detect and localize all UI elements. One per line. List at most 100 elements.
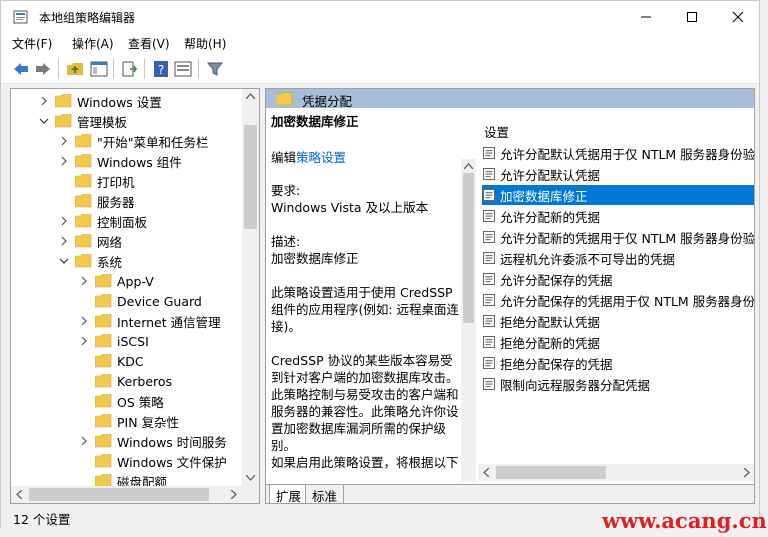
tree-item[interactable]: Windows 时间服务 — [11, 431, 243, 451]
svg-text:?: ? — [158, 63, 164, 77]
tree-hscroll-thumb[interactable] — [29, 488, 209, 501]
scroll-left-arrow-icon[interactable] — [16, 490, 22, 499]
policy-setting-row[interactable]: 允许分配保存的凭据用于仅 NTLM 服务器身份验证 — [482, 290, 754, 310]
list-hscroll-thumb[interactable] — [496, 466, 606, 479]
policy-setting-row[interactable]: 拒绝分配默认凭据 — [482, 311, 754, 331]
chevron-right-icon[interactable] — [59, 136, 69, 146]
export-list-icon[interactable] — [121, 60, 139, 78]
chevron-right-icon[interactable] — [39, 96, 49, 106]
properties-icon[interactable] — [174, 60, 192, 78]
show-hide-tree-icon[interactable] — [90, 60, 108, 78]
policy-setting-row[interactable]: 允许分配保存的凭据 — [482, 269, 754, 289]
close-icon — [732, 11, 744, 22]
policy-setting-row[interactable]: 允许分配新的凭据 — [482, 206, 754, 226]
tree-item-label: PIN 复杂性 — [117, 414, 180, 430]
tree-item[interactable]: Windows 设置 — [11, 91, 243, 111]
scroll-down-arrow-icon[interactable] — [246, 475, 255, 481]
policy-setting-label: 拒绝分配保存的凭据 — [500, 356, 613, 372]
tree-item-label: 系统 — [97, 254, 123, 270]
tree-item-label: 管理模板 — [77, 114, 128, 130]
tree-item[interactable]: 打印机 — [11, 171, 243, 191]
menu-action[interactable]: 操作(A) — [72, 35, 114, 52]
tree-item-label: "开始"菜单和任务栏 — [97, 134, 209, 150]
folder-icon — [75, 234, 92, 248]
chevron-right-icon[interactable] — [59, 156, 69, 166]
description-scrollbar[interactable] — [461, 159, 476, 482]
filter-icon[interactable] — [206, 60, 224, 78]
tree-horizontal-scrollbar[interactable] — [11, 486, 259, 503]
chevron-right-icon[interactable] — [79, 336, 89, 346]
list-horizontal-scrollbar[interactable] — [478, 464, 754, 481]
tree-item[interactable]: App-V — [11, 271, 243, 291]
window-title: 本地组策略编辑器 — [39, 11, 136, 25]
settings-list[interactable]: 设置 允许分配默认凭据用于仅 NTLM 服务器身份验证 允许分配默认凭据 加密数据库… — [478, 108, 754, 482]
description-paragraph-3: 如果启用此策略设置，将根据以下 — [271, 455, 459, 470]
close-button[interactable] — [715, 1, 761, 32]
chevron-right-icon[interactable] — [59, 216, 69, 226]
folder-icon — [75, 154, 92, 168]
menu-bar: 文件(F) 操作(A) 查看(V) 帮助(H) — [1, 32, 759, 54]
tree-item[interactable]: iSCSI — [11, 331, 243, 351]
up-folder-icon[interactable] — [66, 60, 84, 78]
policy-setting-row[interactable]: 限制向远程服务器分配凭据 — [482, 374, 754, 394]
tab-extended[interactable]: 扩展 — [269, 485, 309, 503]
edit-policy-link[interactable]: 策略设置 — [296, 150, 346, 165]
chevron-right-icon[interactable] — [79, 276, 89, 286]
policy-setting-icon — [483, 168, 495, 180]
scroll-right-arrow-icon[interactable] — [231, 490, 237, 499]
tree-item[interactable]: PIN 复杂性 — [11, 411, 243, 431]
policy-setting-icon — [483, 336, 495, 348]
menu-view[interactable]: 查看(V) — [128, 35, 170, 52]
chevron-right-icon[interactable] — [59, 236, 69, 246]
tree-item[interactable]: 控制面板 — [11, 211, 243, 231]
policy-setting-row[interactable]: 拒绝分配新的凭据 — [482, 332, 754, 352]
minimize-button[interactable] — [623, 1, 669, 32]
folder-icon — [75, 174, 92, 188]
tree-item[interactable]: 管理模板 — [11, 111, 243, 131]
no-expander — [79, 456, 89, 466]
policy-setting-icon — [483, 189, 495, 201]
back-arrow-icon[interactable] — [12, 60, 30, 78]
tree-item[interactable]: Windows 文件保护 — [11, 451, 243, 471]
tree-item[interactable]: 服务器 — [11, 191, 243, 211]
tree-item[interactable]: Kerberos — [11, 371, 243, 391]
details-pane: 凭据分配 加密数据库修正 编辑策略设置 要求: Windows Vista 及以… — [265, 88, 755, 504]
policy-setting-row[interactable]: 远程机允许委派不可导出的凭据 — [482, 248, 754, 268]
tree-item[interactable]: OS 策略 — [11, 391, 243, 411]
tree-item[interactable]: 网络 — [11, 231, 243, 251]
chevron-down-icon[interactable] — [39, 116, 49, 126]
tree-vscroll-thumb[interactable] — [244, 125, 257, 229]
column-header-setting[interactable]: 设置 — [484, 122, 509, 141]
tree-item-label: App-V — [117, 273, 154, 289]
forward-arrow-icon[interactable] — [34, 60, 52, 78]
policy-setting-row[interactable]: 允许分配默认凭据用于仅 NTLM 服务器身份验证 — [482, 143, 754, 163]
tree-item[interactable]: "开始"菜单和任务栏 — [11, 131, 243, 151]
tab-standard[interactable]: 标准 — [305, 485, 345, 503]
chevron-right-icon[interactable] — [79, 316, 89, 326]
folder-icon — [95, 394, 112, 408]
menu-file[interactable]: 文件(F) — [12, 35, 52, 52]
tree-item[interactable]: Windows 组件 — [11, 151, 243, 171]
help-icon[interactable]: ? — [152, 60, 170, 78]
tree-item[interactable]: KDC — [11, 351, 243, 371]
tree-item[interactable]: Device Guard — [11, 291, 243, 311]
scroll-up-arrow-icon[interactable] — [464, 163, 473, 169]
chevron-right-icon[interactable] — [79, 436, 89, 446]
description-scroll-thumb[interactable] — [463, 173, 474, 323]
policy-setting-icon — [483, 378, 495, 390]
policy-setting-row[interactable]: 允许分配默认凭据 — [482, 164, 754, 184]
tree-item[interactable]: Internet 通信管理 — [11, 311, 243, 331]
scroll-up-arrow-icon[interactable] — [246, 93, 255, 99]
scroll-left-arrow-icon[interactable] — [483, 468, 489, 477]
tree-pane[interactable]: Windows 设置管理模板 "开始"菜单和任务栏 Windows 组件 打印机 服务器… — [10, 88, 260, 504]
chevron-down-icon[interactable] — [59, 256, 69, 266]
folder-icon — [55, 114, 72, 128]
policy-setting-row[interactable]: 加密数据库修正 — [482, 185, 754, 205]
policy-setting-row[interactable]: 拒绝分配保存的凭据 — [482, 353, 754, 373]
maximize-button[interactable] — [669, 1, 715, 32]
scroll-right-arrow-icon[interactable] — [744, 468, 750, 477]
tree-vertical-scrollbar[interactable] — [242, 89, 259, 487]
policy-setting-row[interactable]: 允许分配新的凭据用于仅 NTLM 服务器身份验证 — [482, 227, 754, 247]
menu-help[interactable]: 帮助(H) — [184, 35, 226, 52]
tree-item[interactable]: 系统 — [11, 251, 243, 271]
